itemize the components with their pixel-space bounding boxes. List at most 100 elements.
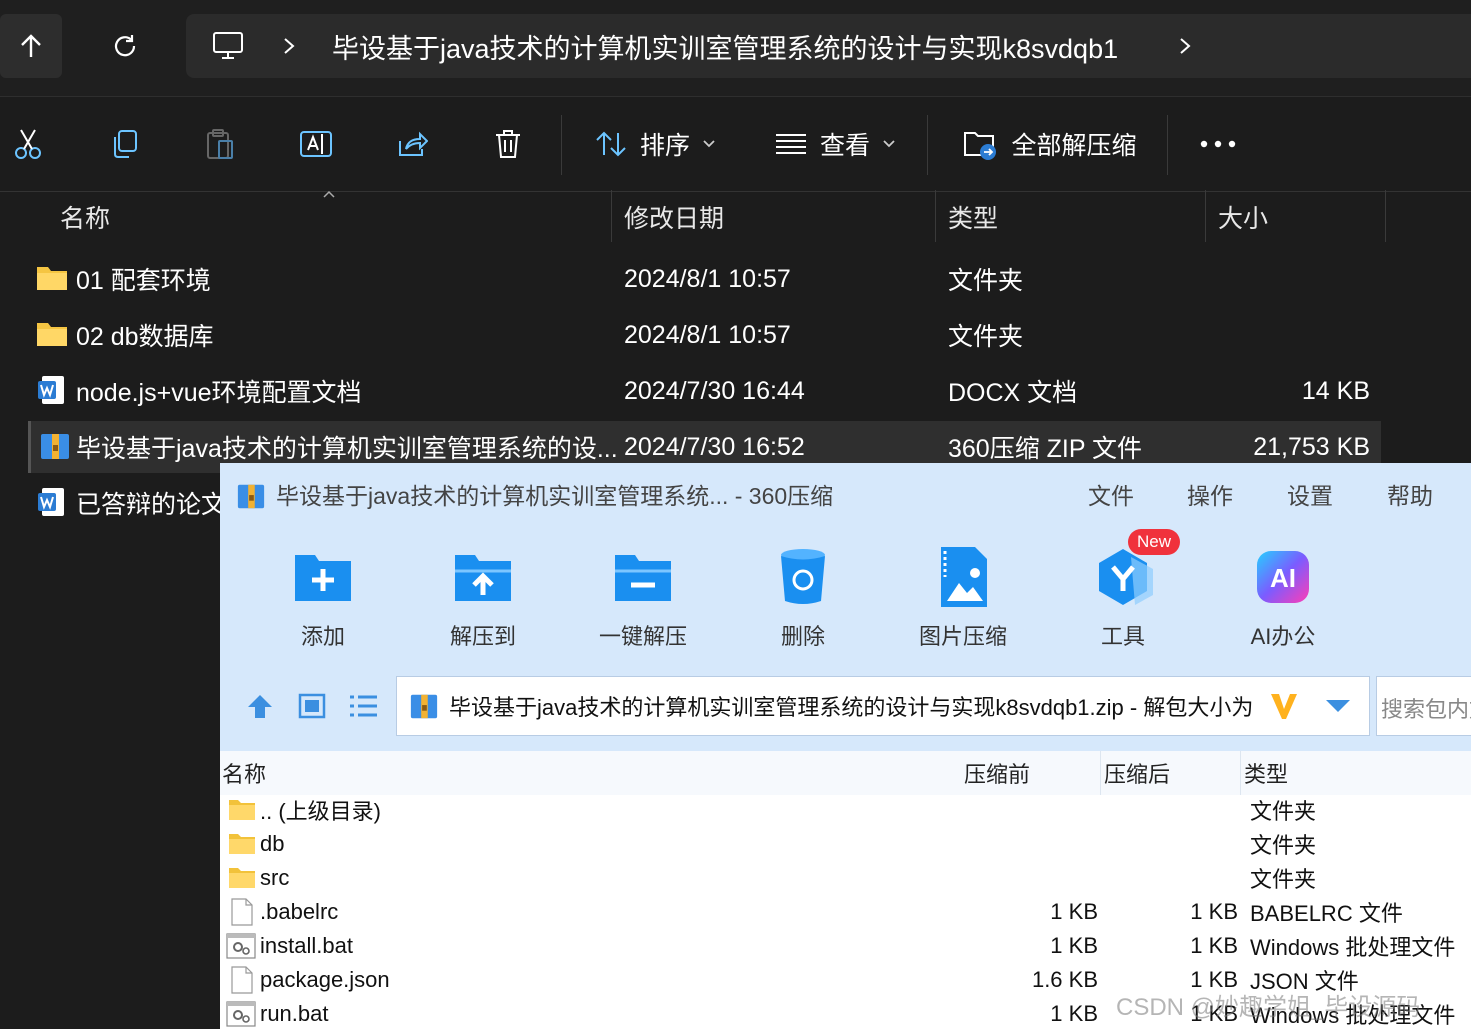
tool-label: 图片压缩 (918, 624, 1007, 649)
list-col-before[interactable]: 压缩前 (964, 751, 1030, 795)
column-divider[interactable] (935, 190, 936, 242)
entry-after (1100, 827, 1238, 861)
up-level-icon[interactable] (246, 692, 274, 720)
file-icon (231, 966, 253, 994)
entry-before (960, 793, 1098, 827)
delete-button[interactable] (480, 97, 536, 191)
breadcrumb-current-folder[interactable]: 毕设基于java技术的计算机实训室管理系统的设计与实现k8svdqb1 (332, 14, 1118, 78)
image-compress-button[interactable]: 图片压缩 (903, 547, 1023, 651)
entry-before: 1 KB (1050, 933, 1098, 958)
chevron-down-icon (703, 140, 715, 148)
tool-label: AI办公 (1250, 624, 1316, 649)
zip-icon (41, 434, 69, 459)
list-col-type[interactable]: 类型 (1244, 751, 1288, 795)
list-col-after[interactable]: 压缩后 (1104, 751, 1170, 795)
entry-before: 1 KB (1050, 1001, 1098, 1026)
more-options-button[interactable] (1190, 97, 1246, 191)
archive-path: 毕设基于java技术的计算机实训室管理系统的设计与实现k8svdqb1.zip … (449, 695, 1254, 720)
one-click-extract-icon (611, 547, 675, 607)
column-divider[interactable] (1240, 751, 1241, 795)
entry-type: BABELRC 文件 (1250, 901, 1403, 926)
address-bar[interactable]: 毕设基于java技术的计算机实训室管理系统的设计与实现k8svdqb1 (186, 14, 1471, 78)
folder-icon (37, 267, 67, 290)
extract-all-button[interactable]: 全部解压缩 (960, 97, 1140, 191)
entry-name: package.json (260, 967, 390, 992)
view-label: 查看 (819, 132, 870, 160)
column-date[interactable]: 修改日期 (624, 190, 724, 244)
copy-button[interactable] (96, 97, 152, 191)
file-row[interactable]: node.js+vue环境配置文档 2024/7/30 16:44 DOCX 文… (28, 365, 1378, 417)
list-item[interactable]: install.bat 1 KB 1 KB Windows 批处理文件 (220, 929, 1471, 963)
toolbar-separator (1167, 115, 1168, 175)
menu-file[interactable]: 文件 (1088, 477, 1134, 511)
share-button[interactable] (384, 97, 440, 191)
column-divider[interactable] (611, 190, 612, 242)
list-item[interactable]: db 文件夹 (220, 827, 1471, 861)
extract-to-icon (451, 547, 515, 607)
cut-button[interactable] (0, 97, 56, 191)
ai-office-button[interactable]: AI AI办公 (1223, 547, 1343, 651)
up-button[interactable] (0, 14, 62, 78)
details-view-icon[interactable] (348, 694, 378, 718)
folder-icon (229, 800, 255, 820)
file-size (1208, 309, 1370, 361)
sort-icon (596, 131, 626, 157)
bat-icon (226, 933, 256, 959)
column-divider[interactable] (1385, 190, 1386, 242)
list-item[interactable]: .babelrc 1 KB 1 KB BABELRC 文件 (220, 895, 1471, 929)
view-button[interactable]: 查看 (770, 97, 900, 191)
file-row[interactable]: 01 配套环境 2024/8/1 10:57 文件夹 (28, 253, 1378, 305)
file-name: 01 配套环境 (76, 267, 211, 295)
column-divider[interactable] (1205, 190, 1206, 242)
menu-settings[interactable]: 设置 (1287, 477, 1333, 511)
file-type: 文件夹 (948, 323, 1024, 351)
entry-after (1100, 861, 1238, 895)
rename-button[interactable] (288, 97, 344, 191)
sort-button[interactable]: 排序 (590, 97, 720, 191)
entry-name: src (260, 865, 290, 890)
extract-all-label: 全部解压缩 (1011, 132, 1137, 160)
rename-icon (300, 131, 332, 157)
toolbar-separator (561, 115, 562, 175)
refresh-icon (114, 35, 136, 57)
paste-button[interactable] (192, 97, 248, 191)
chevron-right-icon[interactable] (1178, 14, 1192, 78)
address-bar-row: 毕设基于java技术的计算机实训室管理系统的设计与实现k8svdqb1 (0, 0, 1471, 96)
scissors-icon (15, 129, 41, 159)
column-divider[interactable] (1100, 751, 1101, 795)
extract-to-button[interactable]: 解压到 (423, 547, 543, 651)
delete-archive-button[interactable]: 删除 (743, 547, 863, 651)
chevron-right-icon[interactable] (282, 14, 296, 78)
zip-app-icon (237, 484, 265, 509)
copy-icon (114, 130, 137, 158)
menu-help[interactable]: 帮助 (1387, 477, 1433, 511)
entry-name: .. (上级目录) (260, 799, 381, 824)
thumbnail-view-icon[interactable] (298, 693, 326, 719)
list-col-name[interactable]: 名称 (222, 751, 266, 795)
tool-label: 删除 (780, 624, 825, 649)
list-item[interactable]: .. (上级目录) 文件夹 (220, 793, 1471, 827)
column-type[interactable]: 类型 (948, 190, 998, 244)
add-button[interactable]: 添加 (263, 547, 383, 651)
this-pc-icon[interactable] (212, 14, 244, 78)
tools-button[interactable]: 工具 (1063, 547, 1183, 651)
file-row[interactable]: 02 db数据库 2024/8/1 10:57 文件夹 (28, 309, 1378, 361)
file-date: 2024/8/1 10:57 (624, 264, 791, 293)
archive-search-input[interactable]: 搜索包内文件 (1376, 676, 1471, 736)
archive-path-bar[interactable]: 毕设基于java技术的计算机实训室管理系统的设计与实现k8svdqb1.zip … (396, 676, 1370, 736)
entry-after: 1 KB (1190, 933, 1238, 958)
clipboard-icon (207, 129, 233, 159)
column-name[interactable]: 名称 (60, 190, 110, 244)
refresh-button[interactable] (94, 14, 156, 78)
file-row[interactable]: 已答辩的论文 (28, 477, 220, 529)
one-click-extract-button[interactable]: 一键解压 (583, 547, 703, 651)
more-icon (1200, 140, 1236, 148)
add-folder-icon (291, 547, 355, 607)
dropdown-arrow-icon[interactable] (1325, 699, 1351, 713)
window-title: 毕设基于java技术的计算机实训室管理系统... - 360压缩 (276, 483, 834, 509)
svg-text:AI: AI (1270, 563, 1296, 593)
list-item[interactable]: src 文件夹 (220, 861, 1471, 895)
entry-name: db (260, 831, 285, 856)
column-size[interactable]: 大小 (1218, 190, 1268, 244)
menu-operate[interactable]: 操作 (1187, 477, 1233, 511)
